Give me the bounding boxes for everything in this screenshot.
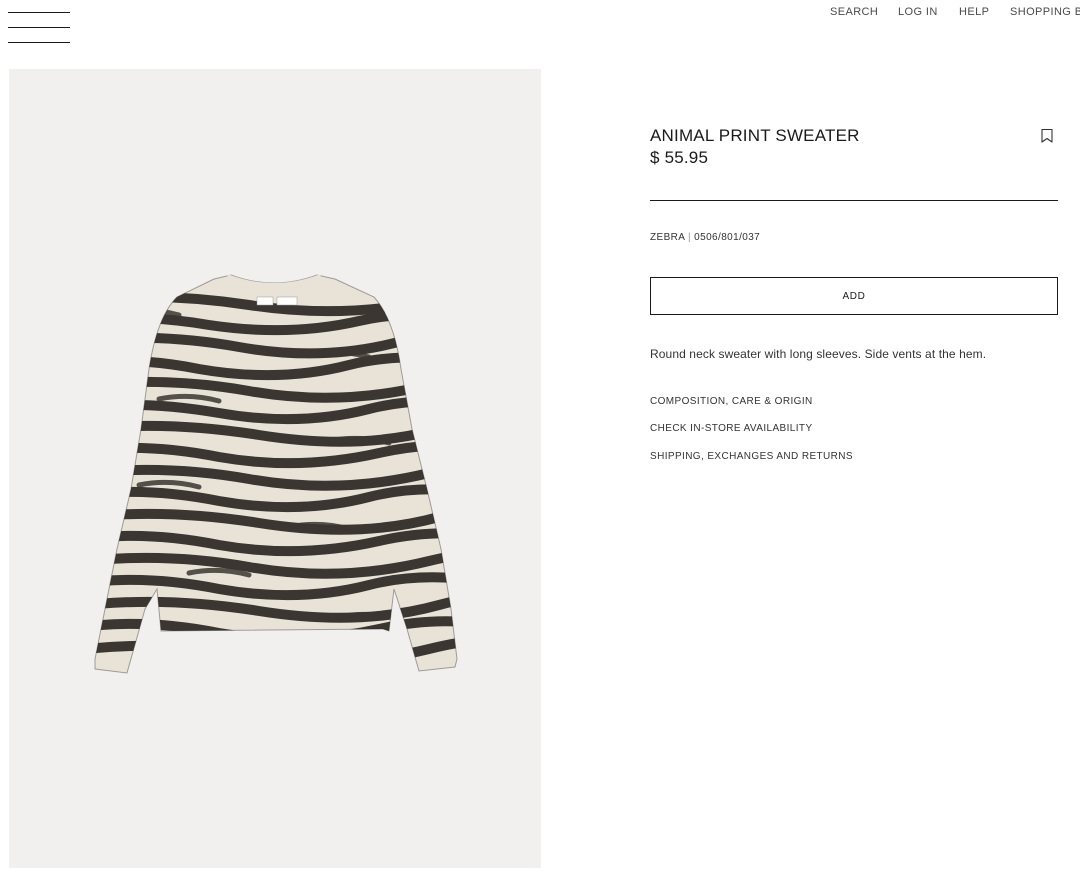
nav-help-link[interactable]: HELP xyxy=(959,6,989,18)
hamburger-icon-line-2 xyxy=(8,27,70,28)
variant-separator: | xyxy=(687,232,691,243)
bookmark-icon[interactable] xyxy=(1040,128,1054,144)
product-reference: 0506/801/037 xyxy=(694,232,761,243)
composition-care-origin-link[interactable]: COMPOSITION, CARE & ORIGIN xyxy=(650,396,813,407)
product-title: ANIMAL PRINT SWEATER xyxy=(650,126,860,145)
hamburger-icon xyxy=(8,12,70,13)
shipping-exchanges-returns-link[interactable]: SHIPPING, EXCHANGES AND RETURNS xyxy=(650,451,853,462)
hamburger-menu-button[interactable] xyxy=(8,10,70,44)
garment-label-icon xyxy=(256,296,274,306)
product-description: Round neck sweater with long sleeves. Si… xyxy=(650,347,987,361)
product-price: $ 55.95 xyxy=(650,148,709,167)
sweater-image xyxy=(94,274,458,674)
divider xyxy=(650,200,1058,201)
product-image[interactable] xyxy=(9,69,541,868)
nav-login-link[interactable]: LOG IN xyxy=(898,6,938,18)
product-variant: ZEBRA | 0506/801/037 xyxy=(650,232,760,243)
hamburger-icon-line-3 xyxy=(8,42,70,43)
top-nav: SEARCH LOG IN HELP SHOPPING B xyxy=(700,6,1080,20)
nav-shopping-bag-link[interactable]: SHOPPING B xyxy=(1010,6,1080,18)
check-store-availability-link[interactable]: CHECK IN-STORE AVAILABILITY xyxy=(650,423,813,434)
color-name: ZEBRA xyxy=(650,232,685,243)
nav-search-link[interactable]: SEARCH xyxy=(830,6,878,18)
add-button[interactable]: ADD xyxy=(650,277,1058,315)
